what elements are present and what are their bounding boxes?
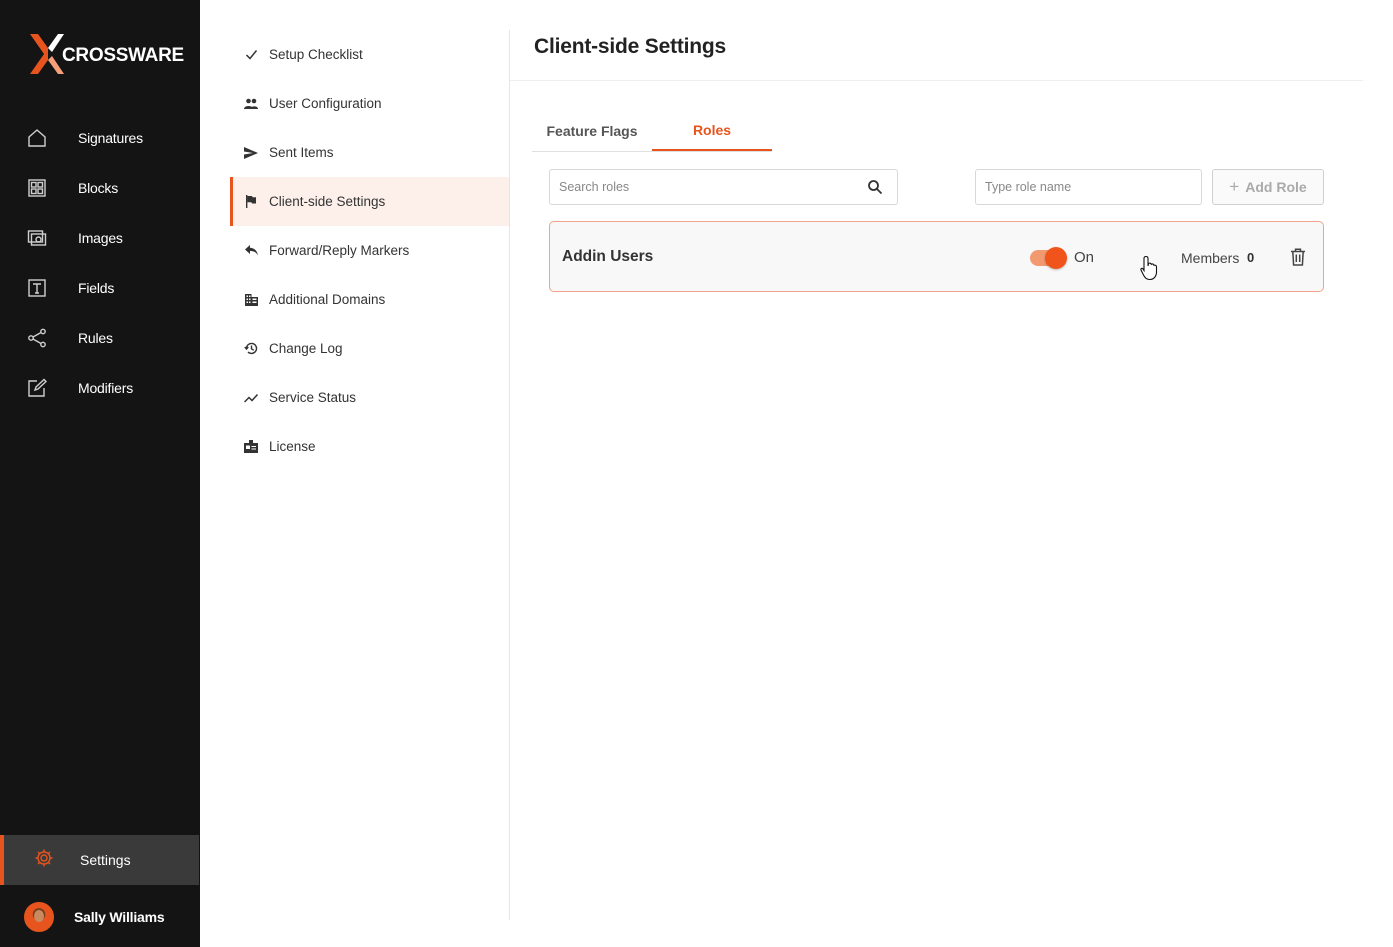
plus-icon: + xyxy=(1229,176,1240,196)
new-role-box xyxy=(975,169,1202,205)
user-profile[interactable]: Sally Williams xyxy=(0,892,200,942)
sidebar-item-label: Settings xyxy=(80,852,131,868)
submenu-item-service-status[interactable]: Service Status xyxy=(230,373,509,422)
history-icon xyxy=(244,342,258,356)
app-sidebar: CROSSWARE Signatures Blocks Images Field… xyxy=(0,0,200,947)
sidebar-item-label: Rules xyxy=(78,330,113,346)
members-label: Members xyxy=(1181,250,1240,266)
gear-icon xyxy=(34,848,54,873)
trash-icon[interactable] xyxy=(1290,248,1306,266)
submenu-item-label: Sent Items xyxy=(269,145,334,160)
building-icon xyxy=(244,293,258,307)
submenu-item-forward-reply-markers[interactable]: Forward/Reply Markers xyxy=(230,226,509,275)
submenu-item-label: Setup Checklist xyxy=(269,47,363,62)
submenu-item-label: Forward/Reply Markers xyxy=(269,243,410,258)
badge-icon xyxy=(244,440,258,454)
submenu-item-user-configuration[interactable]: User Configuration xyxy=(230,79,509,128)
house-icon xyxy=(26,127,48,149)
add-role-button[interactable]: + Add Role xyxy=(1212,169,1324,205)
tab-feature-flags[interactable]: Feature Flags xyxy=(532,110,652,151)
sidebar-item-settings[interactable]: Settings xyxy=(0,835,199,885)
blocks-icon xyxy=(26,177,48,199)
toggle-knob xyxy=(1045,247,1067,269)
sidebar-item-label: Signatures xyxy=(78,130,143,146)
sidebar-item-images[interactable]: Images xyxy=(0,213,200,263)
submenu-item-label: Service Status xyxy=(269,390,357,405)
role-name-input[interactable] xyxy=(976,170,1196,204)
submenu-item-label: User Configuration xyxy=(269,96,382,111)
sidebar-item-modifiers[interactable]: Modifiers xyxy=(0,363,200,413)
submenu-item-label: License xyxy=(269,439,316,454)
role-row[interactable]: Addin Users On Members 0 xyxy=(549,221,1324,292)
search-icon[interactable] xyxy=(867,179,883,195)
user-name: Sally Williams xyxy=(74,909,165,925)
tab-bar: Feature Flags Roles xyxy=(532,110,772,152)
hand-cursor-icon xyxy=(1140,255,1158,281)
sidebar-item-label: Fields xyxy=(78,280,115,296)
main-nav: Signatures Blocks Images Fields Rules Mo… xyxy=(0,113,200,413)
crossware-logo[interactable]: CROSSWARE xyxy=(30,34,184,76)
images-icon xyxy=(26,227,48,249)
sidebar-item-label: Images xyxy=(78,230,123,246)
submenu-item-license[interactable]: License xyxy=(230,422,509,471)
role-name: Addin Users xyxy=(562,248,654,265)
submenu-item-change-log[interactable]: Change Log xyxy=(230,324,509,373)
reply-icon xyxy=(244,244,258,258)
brand-name: CROSSWARE xyxy=(62,45,184,66)
submenu-item-label: Additional Domains xyxy=(269,292,386,307)
add-role-label: Add Role xyxy=(1245,179,1307,195)
submenu-item-label: Change Log xyxy=(269,341,343,356)
sidebar-item-label: Modifiers xyxy=(78,380,133,396)
submenu-item-additional-domains[interactable]: Additional Domains xyxy=(230,275,509,324)
check-icon xyxy=(244,48,258,62)
members-count: 0 xyxy=(1247,250,1255,265)
role-enabled-toggle[interactable] xyxy=(1030,247,1067,269)
share-nodes-icon xyxy=(26,327,48,349)
title-divider xyxy=(510,80,1363,81)
page-title: Client-side Settings xyxy=(534,35,727,58)
settings-submenu: Setup Checklist User Configuration Sent … xyxy=(230,30,510,920)
flag-icon xyxy=(244,195,258,209)
search-input[interactable] xyxy=(550,170,850,204)
send-icon xyxy=(244,146,258,160)
sidebar-item-fields[interactable]: Fields xyxy=(0,263,200,313)
trend-icon xyxy=(244,391,258,405)
submenu-item-client-side-settings[interactable]: Client-side Settings xyxy=(230,177,509,226)
main-content: Client-side Settings Feature Flags Roles… xyxy=(510,30,1363,920)
sidebar-item-blocks[interactable]: Blocks xyxy=(0,163,200,213)
avatar xyxy=(24,902,54,932)
sidebar-item-label: Blocks xyxy=(78,180,119,196)
submenu-item-setup-checklist[interactable]: Setup Checklist xyxy=(230,30,509,79)
submenu-item-label: Client-side Settings xyxy=(269,194,386,209)
text-field-icon xyxy=(26,277,48,299)
edit-square-icon xyxy=(26,377,48,399)
toggle-state-label: On xyxy=(1074,249,1095,266)
tab-roles[interactable]: Roles xyxy=(652,110,772,151)
sidebar-item-signatures[interactable]: Signatures xyxy=(0,113,200,163)
crossware-logo-mark-icon xyxy=(30,34,64,74)
submenu-item-sent-items[interactable]: Sent Items xyxy=(230,128,509,177)
people-icon xyxy=(244,97,258,111)
search-box xyxy=(549,169,898,205)
sidebar-item-rules[interactable]: Rules xyxy=(0,313,200,363)
